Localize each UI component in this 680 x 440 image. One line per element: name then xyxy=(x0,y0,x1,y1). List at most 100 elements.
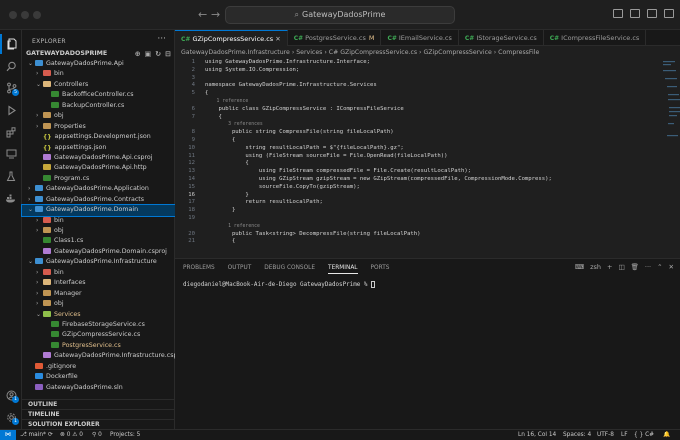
tree-item[interactable]: ⌄ GatewayDadosPrime.Api xyxy=(22,59,175,69)
toggle-panel-icon[interactable] xyxy=(630,9,640,18)
codelens-reference[interactable]: 1 reference xyxy=(175,98,680,106)
docker-icon[interactable] xyxy=(0,188,22,208)
editor-tab[interactable]: C# IEmailService.cs xyxy=(381,30,459,46)
close-window-button[interactable] xyxy=(9,11,17,19)
notifications-bell-icon[interactable]: 🔔 xyxy=(663,430,670,440)
timeline-section[interactable]: TIMELINE xyxy=(22,409,175,419)
command-center-search[interactable]: ⌕ GatewayDadosPrime xyxy=(225,6,455,24)
tree-item[interactable]: › Manager xyxy=(22,289,175,299)
breadcrumb[interactable]: GatewayDadosPrime.Infrastructure › Servi… xyxy=(181,47,539,58)
forward-arrow-icon[interactable]: → xyxy=(211,8,220,21)
ports-indicator[interactable]: ⚲ 0 xyxy=(92,430,102,440)
tree-item[interactable]: Program.cs xyxy=(22,174,175,184)
tree-item[interactable]: FirebaseStorageService.cs xyxy=(22,320,175,330)
cursor-position[interactable]: Ln 16, Col 14 xyxy=(518,430,556,440)
indentation[interactable]: Spaces: 4 xyxy=(563,430,591,440)
encoding[interactable]: UTF-8 xyxy=(597,430,614,440)
toggle-secondary-sidebar-icon[interactable] xyxy=(647,9,657,18)
tree-item[interactable]: › bin xyxy=(22,268,175,278)
tree-item[interactable]: Class1.cs xyxy=(22,236,175,246)
line-number: 3 xyxy=(191,74,195,81)
close-panel-icon[interactable]: ✕ xyxy=(669,263,674,271)
tree-item[interactable]: › obj xyxy=(22,299,175,309)
terminal-output[interactable]: diegodaniel@MacBook-Air-de-Diego Gateway… xyxy=(183,281,375,288)
line-number: 14 xyxy=(188,175,195,182)
tree-item[interactable]: GatewayDadosPrime.Domain.csproj xyxy=(22,247,175,257)
run-debug-icon[interactable] xyxy=(0,100,22,120)
testing-icon[interactable] xyxy=(0,166,22,186)
editor-tab[interactable]: C# ICompressFileService.cs xyxy=(544,30,647,46)
back-arrow-icon[interactable]: ← xyxy=(198,8,207,21)
tree-item[interactable]: BackupController.cs xyxy=(22,101,175,111)
code-view[interactable]: 1 using GatewayDadosPrime.Infrastructure.… xyxy=(175,59,680,246)
projects-indicator[interactable]: Projects: 5 xyxy=(110,430,140,440)
toggle-sidebar-icon[interactable] xyxy=(613,9,623,18)
more-actions-icon[interactable]: ··· xyxy=(157,34,166,44)
new-terminal-icon[interactable]: + xyxy=(607,263,612,271)
remote-explorer-icon[interactable] xyxy=(0,144,22,164)
outline-section[interactable]: OUTLINE xyxy=(22,399,175,409)
kill-terminal-icon[interactable]: 🗑 xyxy=(631,263,639,271)
panel-tab-terminal[interactable]: TERMINAL xyxy=(328,262,358,274)
maximize-panel-icon[interactable]: ⌃ xyxy=(657,263,662,271)
maximize-window-button[interactable] xyxy=(33,11,41,19)
tree-item[interactable]: › obj xyxy=(22,111,175,121)
folder-icon xyxy=(43,268,51,275)
tree-item[interactable]: GatewayDadosPrime.Infrastructure.csp... xyxy=(22,351,175,361)
minimize-window-button[interactable] xyxy=(21,11,29,19)
code-text: public class GZipCompressService : IComp… xyxy=(205,105,404,112)
minimap[interactable] xyxy=(662,59,680,239)
tree-item[interactable]: ⌄ GatewayDadosPrime.Domain xyxy=(21,204,176,217)
tree-item[interactable]: ⌄ Services xyxy=(22,310,175,320)
tree-item[interactable]: .gitignore xyxy=(22,362,175,372)
tree-item[interactable]: PostgresService.cs xyxy=(22,341,175,351)
tree-item[interactable]: › Properties xyxy=(22,122,175,132)
split-terminal-icon[interactable]: ◫ xyxy=(618,263,624,271)
search-icon[interactable] xyxy=(0,56,22,76)
solution-explorer-section[interactable]: SOLUTION EXPLORER xyxy=(22,419,175,429)
tree-item[interactable]: GatewayDadosPrime.Api.http xyxy=(22,163,175,173)
accounts-icon[interactable]: 1 xyxy=(0,385,22,405)
tree-item[interactable]: GZipCompressService.cs xyxy=(22,330,175,340)
problems-indicator[interactable]: ⊗ 0 ⚠ 0 xyxy=(60,430,83,440)
extensions-icon[interactable] xyxy=(0,122,22,142)
branch-indicator[interactable]: ⎇ main* xyxy=(20,430,46,440)
codelens-reference[interactable]: 3 references xyxy=(175,121,680,129)
more-actions-icon[interactable]: ··· xyxy=(645,263,651,271)
tree-item[interactable]: Dockerfile xyxy=(22,372,175,382)
tree-item[interactable]: BackofficeController.cs xyxy=(22,90,175,100)
remote-indicator-icon[interactable]: ⋈ xyxy=(0,430,16,440)
tree-item[interactable]: GatewayDadosPrime.sln xyxy=(22,383,175,393)
folder-icon xyxy=(43,279,51,286)
tree-item[interactable]: › GatewayDadosPrime.Contracts xyxy=(22,195,175,205)
manage-gear-icon[interactable]: 1 xyxy=(0,407,22,427)
sync-icon[interactable]: ⟳ xyxy=(48,430,53,440)
panel-tab-problems[interactable]: PROBLEMS xyxy=(183,262,215,274)
customize-layout-icon[interactable] xyxy=(664,9,674,18)
code-line: 7 { xyxy=(175,114,680,122)
language-mode[interactable]: { } C# xyxy=(634,430,654,440)
source-control-icon[interactable]: 5 xyxy=(0,78,22,98)
tree-item[interactable]: › bin xyxy=(22,216,175,226)
close-tab-icon[interactable]: ✕ xyxy=(273,35,280,43)
tree-item[interactable]: ⌄ Controllers xyxy=(22,80,175,90)
tree-item[interactable]: {} appsettings.json xyxy=(22,143,175,153)
tree-item[interactable]: › obj xyxy=(22,226,175,236)
tree-item[interactable]: ⌄ GatewayDadosPrime.Infrastructure xyxy=(22,257,175,267)
explorer-icon[interactable] xyxy=(0,34,22,54)
end-of-line[interactable]: LF xyxy=(621,430,628,440)
tree-item[interactable]: › Interfaces xyxy=(22,278,175,288)
codelens-reference[interactable]: 1 reference xyxy=(175,223,680,231)
tree-item[interactable]: {} appsettings.Development.json xyxy=(22,132,175,142)
tree-item[interactable]: › bin xyxy=(22,69,175,79)
editor-tab[interactable]: C# IStorageService.cs xyxy=(459,30,544,46)
panel-tab-ports[interactable]: PORTS xyxy=(371,262,390,274)
tree-item-label: GatewayDadosPrime.Api.http xyxy=(54,164,147,172)
tree-item[interactable]: GatewayDadosPrime.Api.csproj xyxy=(22,153,175,163)
editor-tab[interactable]: C# GZipCompressService.cs ✕ xyxy=(175,30,288,46)
panel-tab-output[interactable]: OUTPUT xyxy=(228,262,252,274)
command-center-label: GatewayDadosPrime xyxy=(302,10,386,19)
tree-item[interactable]: › GatewayDadosPrime.Application xyxy=(22,184,175,194)
editor-tab[interactable]: C# PostgresService.cs M xyxy=(288,30,382,46)
panel-tab-debug-console[interactable]: DEBUG CONSOLE xyxy=(264,262,315,274)
